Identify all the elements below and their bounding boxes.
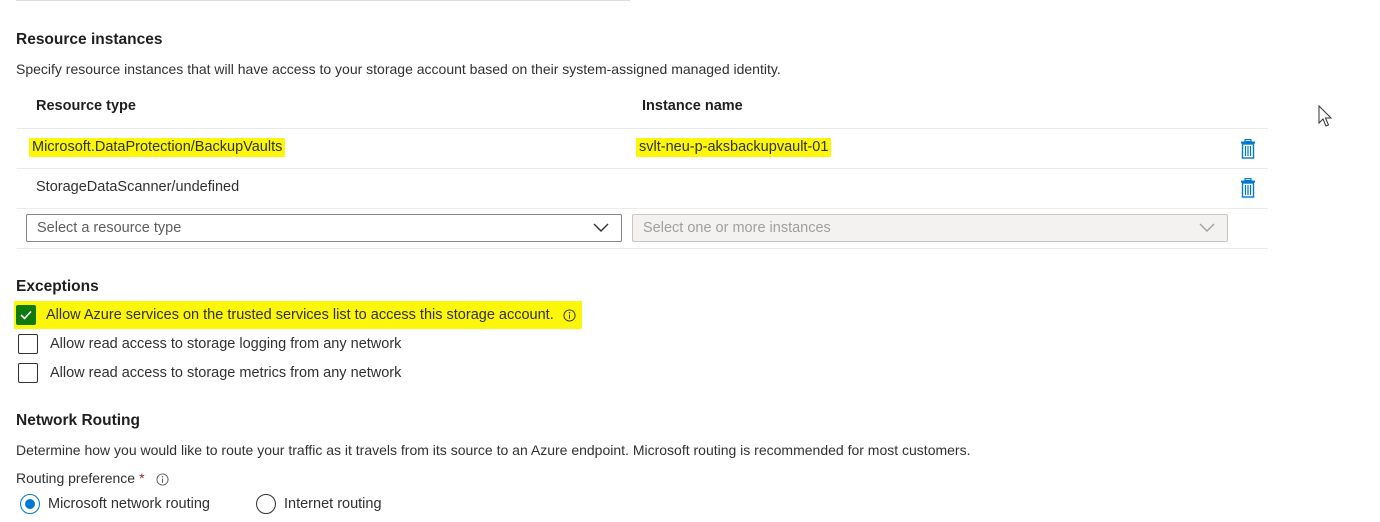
network-routing-heading: Network Routing (16, 412, 140, 429)
resource-type-select-placeholder: Select a resource type (37, 220, 182, 236)
instance-name-value: svlt-neu-p-aksbackupvault-01 (636, 138, 832, 157)
metrics-access-checkbox[interactable] (18, 363, 38, 383)
exception-logging-access[interactable]: Allow read access to storage logging fro… (18, 333, 401, 355)
microsoft-routing-radio[interactable] (20, 494, 40, 514)
column-header-resource-type: Resource type (36, 98, 136, 114)
routing-preference-label: Routing preference * (16, 470, 169, 486)
table-row-resource-type: Microsoft.DataProtection/BackupVaults (29, 138, 286, 157)
column-header-instance-name: Instance name (642, 98, 743, 114)
exception-metrics-access[interactable]: Allow read access to storage metrics fro… (18, 362, 401, 384)
trash-icon[interactable] (1240, 178, 1256, 198)
table-row-resource-type: StorageDataScanner/undefined (36, 179, 240, 195)
network-routing-description: Determine how you would like to route yo… (16, 442, 971, 458)
table-divider (17, 208, 1268, 209)
logging-access-label: Allow read access to storage logging fro… (50, 336, 402, 352)
resource-instances-heading: Resource instances (16, 31, 163, 48)
required-asterisk: * (139, 470, 145, 486)
internet-routing-label: Internet routing (284, 496, 382, 512)
exception-trusted-services[interactable]: Allow Azure services on the trusted serv… (14, 301, 582, 329)
resource-type-select[interactable]: Select a resource type (26, 214, 622, 242)
info-icon[interactable] (156, 473, 169, 486)
section-divider (16, 0, 630, 1)
routing-preference-text: Routing preference (16, 470, 136, 486)
microsoft-routing-label: Microsoft network routing (48, 496, 210, 512)
instance-select[interactable]: Select one or more instances (632, 214, 1228, 242)
table-divider (17, 168, 1268, 169)
resource-instances-description: Specify resource instances that will hav… (16, 61, 781, 77)
table-divider (17, 128, 1268, 129)
metrics-access-label: Allow read access to storage metrics fro… (50, 365, 402, 381)
chevron-down-icon (593, 223, 609, 232)
chevron-down-icon (1199, 223, 1215, 232)
trash-icon[interactable] (1240, 139, 1256, 159)
radio-internet-routing[interactable]: Internet routing (256, 494, 382, 514)
mouse-pointer-icon (1318, 105, 1333, 127)
table-divider (17, 248, 1268, 249)
instance-select-placeholder: Select one or more instances (643, 220, 831, 236)
table-row-instance-name: svlt-neu-p-aksbackupvault-01 (636, 138, 832, 157)
internet-routing-radio[interactable] (256, 494, 276, 514)
exceptions-heading: Exceptions (16, 278, 99, 295)
trusted-services-label: Allow Azure services on the trusted serv… (46, 307, 554, 323)
info-icon[interactable] (563, 308, 576, 322)
trusted-services-checkbox[interactable] (16, 305, 36, 325)
resource-type-value: Microsoft.DataProtection/BackupVaults (29, 138, 286, 157)
radio-microsoft-routing[interactable]: Microsoft network routing (20, 494, 210, 514)
checkmark-icon (20, 310, 32, 320)
logging-access-checkbox[interactable] (18, 334, 38, 354)
